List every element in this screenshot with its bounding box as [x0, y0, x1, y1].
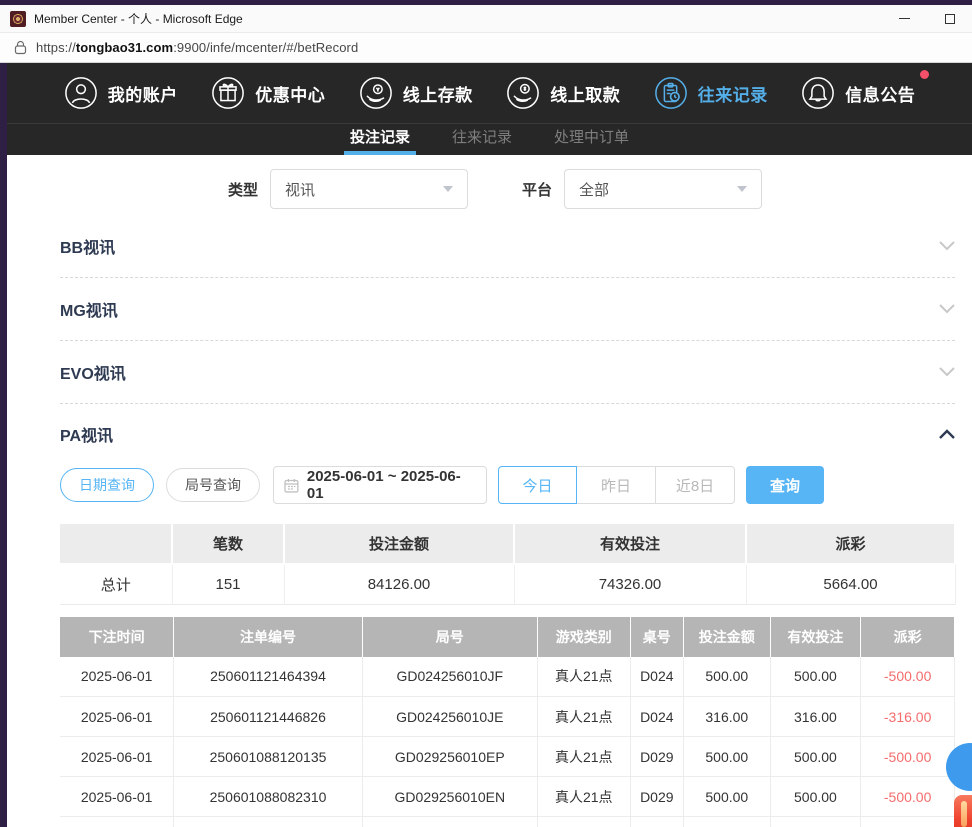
nav-item-records[interactable]: 往来记录: [654, 76, 768, 110]
nav-item-announcements[interactable]: 信息公告: [801, 76, 915, 110]
summary-total-row: 总计 151 84126.00 74326.00 5664.00: [60, 564, 955, 604]
site-favicon: [10, 11, 26, 27]
query-bar: 日期查询 局号查询 2025-06-01 ~ 2025-06-01 今日 昨日 …: [60, 466, 955, 504]
table-row: 2025-06-01 250601088120135 GD029256010EP…: [60, 737, 955, 777]
user-icon: [64, 76, 98, 110]
chevron-down-icon: [737, 186, 747, 192]
platform-filter-label: 平台: [522, 179, 552, 200]
chevron-up-icon: [939, 429, 955, 439]
nav-item-my-account[interactable]: 我的账户: [64, 76, 178, 110]
round-query-button[interactable]: 局号查询: [166, 468, 260, 502]
maximize-icon: [945, 14, 955, 24]
filter-row: 类型 视讯 平台 全部: [228, 169, 955, 209]
section-evo-video[interactable]: EVO视讯: [60, 341, 955, 404]
url-text: https://tongbao31.com:9900/infe/mcenter/…: [36, 40, 358, 55]
yesterday-button[interactable]: 昨日: [577, 466, 656, 504]
tab-bet-record[interactable]: 投注记录: [346, 124, 414, 155]
type-select[interactable]: 视讯: [270, 169, 468, 209]
page-left-border: [0, 63, 7, 827]
chevron-down-icon: [939, 367, 955, 377]
quick-date-group: 今日 昨日 近8日: [498, 466, 735, 504]
site-header: 我的账户 优惠中心 线上存款 线上取款: [7, 63, 972, 155]
calendar-icon: [284, 478, 299, 493]
content-area: 类型 视讯 平台 全部 BB视讯 MG视讯 EVO视讯 PA视讯: [7, 169, 972, 827]
main-nav: 我的账户 优惠中心 线上存款 线上取款: [7, 63, 972, 124]
chevron-down-icon: [939, 304, 955, 314]
date-query-button[interactable]: 日期查询: [60, 468, 154, 502]
window-titlebar: Member Center - 个人 - Microsoft Edge: [0, 5, 972, 33]
nav-item-promotions[interactable]: 优惠中心: [211, 76, 325, 110]
gift-icon: [211, 76, 245, 110]
bet-records-table: 下注时间 注单编号 局号 游戏类别 桌号 投注金额 有效投注 派彩 2025-0…: [60, 617, 955, 827]
search-button[interactable]: 查询: [746, 466, 824, 504]
type-filter-label: 类型: [228, 179, 258, 200]
promo-float-button[interactable]: [954, 795, 972, 827]
active-tab-underline: [344, 151, 416, 155]
platform-select[interactable]: 全部: [564, 169, 762, 209]
notification-badge: [920, 70, 929, 79]
minimize-button[interactable]: [882, 5, 927, 32]
summary-header-row: 笔数 投注金额 有效投注 派彩: [60, 524, 955, 564]
summary-table: 笔数 投注金额 有效投注 派彩 总计 151 84126.00 74326.00…: [60, 524, 956, 605]
section-bb-video[interactable]: BB视讯: [60, 215, 955, 278]
section-mg-video[interactable]: MG视讯: [60, 278, 955, 341]
nav-item-withdraw[interactable]: 线上取款: [506, 76, 620, 110]
table-row: 2025-06-01 250601121464394 GD024256010JF…: [60, 657, 955, 697]
table-row: 2025-06-01 250601121446826 GD024256010JE…: [60, 697, 955, 737]
address-bar[interactable]: https://tongbao31.com:9900/infe/mcenter/…: [0, 33, 972, 63]
minimize-icon: [899, 18, 910, 19]
section-pa-video[interactable]: PA视讯: [60, 404, 955, 454]
tab-pending-orders[interactable]: 处理中订单: [550, 124, 633, 155]
bell-icon: [801, 76, 835, 110]
table-row-partial: [60, 817, 955, 827]
tab-transaction-record[interactable]: 往来记录: [448, 124, 516, 155]
date-range-input[interactable]: 2025-06-01 ~ 2025-06-01: [273, 466, 487, 504]
last-8-days-button[interactable]: 近8日: [656, 466, 735, 504]
deposit-icon: [359, 76, 393, 110]
lock-icon: [14, 40, 27, 55]
chevron-down-icon: [443, 186, 453, 192]
withdraw-icon: [506, 76, 540, 110]
table-row: 2025-06-01 250601088082310 GD029256010EN…: [60, 777, 955, 817]
chevron-down-icon: [939, 241, 955, 251]
bet-table-header-row: 下注时间 注单编号 局号 游戏类别 桌号 投注金额 有效投注 派彩: [60, 617, 955, 657]
today-button[interactable]: 今日: [498, 466, 577, 504]
sub-nav: 投注记录 往来记录 处理中订单: [7, 124, 972, 155]
window-title: Member Center - 个人 - Microsoft Edge: [34, 10, 882, 27]
nav-item-deposit[interactable]: 线上存款: [359, 76, 473, 110]
records-icon: [654, 76, 688, 110]
maximize-button[interactable]: [927, 5, 972, 32]
